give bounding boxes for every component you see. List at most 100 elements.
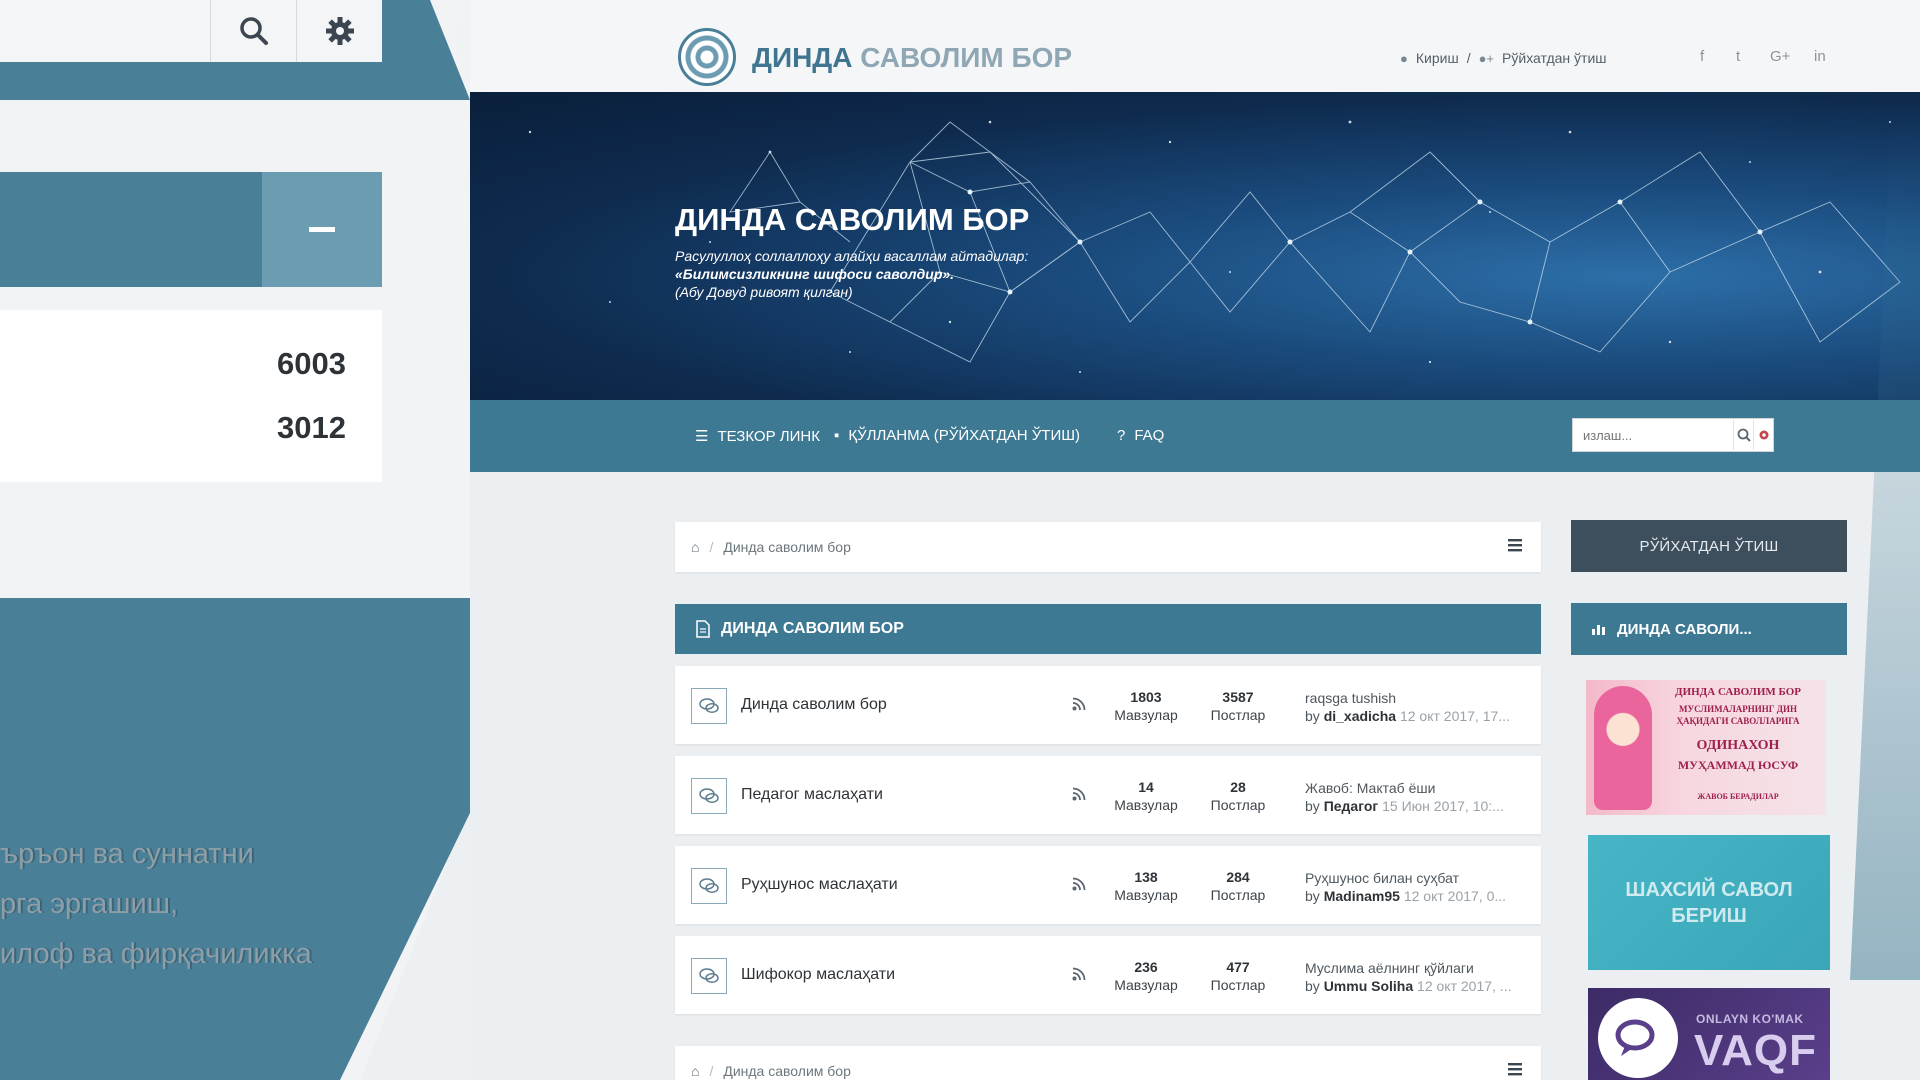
search-icon	[1737, 428, 1751, 442]
topics-label: Мавзулар	[1114, 797, 1178, 813]
menu-icon: ☰	[695, 428, 709, 445]
ad-text: МУҲАММАД ЮСУФ	[1677, 758, 1799, 772]
sidebar-section-title: ДИНДА САВОЛИ...	[1617, 620, 1752, 638]
twitter-icon[interactable]: t	[1736, 48, 1740, 65]
ad-text: ҲАҚИДАГИ САВОЛЛАРИГА	[1676, 716, 1800, 726]
vaqf-banner[interactable]: ONLAYN KO'MAK VAQF	[1588, 988, 1830, 1080]
forum-title-link[interactable]: Динда саволим бор	[741, 696, 887, 714]
forum-row: Руҳшунос маслаҳати 138 Мавзулар 284 Постла…	[675, 846, 1541, 924]
menu-icon[interactable]	[1507, 537, 1523, 553]
stat-value: 3012	[277, 410, 346, 445]
site-header: ДИНДА САВОЛИМ БОР ● Кириш / ●+ Рўйхатдан…	[470, 0, 1920, 92]
breadcrumb-current[interactable]: Динда саволим бор	[723, 539, 851, 555]
posts-label: Постлар	[1210, 887, 1266, 903]
forum-title-link[interactable]: Шифокор маслаҳати	[741, 966, 895, 984]
last-post-date: 12 окт 2017, 17...	[1399, 708, 1510, 724]
breadcrumb-current[interactable]: Динда саволим бор	[723, 1063, 851, 1079]
left-overlay-text: илоф ва фирқачиликка	[0, 938, 312, 970]
rss-icon[interactable]	[1072, 787, 1086, 801]
logo-part-2: САВОЛИМ БОР	[860, 42, 1073, 73]
topics-label: Мавзулар	[1114, 707, 1178, 723]
ad-text: ONLAYN KO'MAK	[1696, 1012, 1804, 1026]
constellation-graphic	[528, 120, 1901, 373]
last-post-title[interactable]: Жавоб: Мактаб ёши	[1305, 779, 1504, 797]
posts-value: 3587	[1222, 689, 1254, 705]
document-icon	[696, 620, 710, 638]
nav-faq-label: FAQ	[1134, 427, 1165, 444]
question-icon: ?	[1117, 427, 1126, 444]
ad-text: БЕРИШ	[1671, 904, 1747, 927]
home-icon[interactable]: ⌂	[691, 1063, 699, 1079]
gear-icon[interactable]	[296, 0, 382, 62]
ask-question-banner[interactable]: ШАХСИЙ САВОЛ БЕРИШ	[1588, 835, 1830, 970]
search-submit-button[interactable]	[1733, 420, 1753, 450]
posts-label: Постлар	[1210, 797, 1266, 813]
register-link[interactable]: Рўйхатдан ўтиш	[1502, 50, 1606, 66]
rss-icon[interactable]	[1072, 697, 1086, 711]
forum-website: ДИНДА САВОЛИМ БОР ● Кириш / ●+ Рўйхатдан…	[470, 0, 1920, 1080]
facebook-icon[interactable]: f	[1700, 48, 1704, 65]
posts-count: 28 Постлар	[1193, 778, 1283, 814]
home-icon[interactable]: ⌂	[691, 539, 699, 555]
logo-part-1: ДИНДА	[752, 42, 853, 73]
sidebar-section-header: ДИНДА САВОЛИ...	[1571, 603, 1847, 655]
search-icon[interactable]	[210, 0, 296, 62]
ad-text: ОДИНАХОН	[1696, 738, 1780, 753]
minus-icon	[309, 227, 335, 232]
forum-section-header: ДИНДА САВОЛИМ БОР	[675, 604, 1541, 654]
last-post-user[interactable]: Педагог	[1324, 798, 1379, 814]
nav-faq[interactable]: ? FAQ	[1117, 427, 1164, 444]
topics-label: Мавзулар	[1114, 887, 1178, 903]
last-post-user[interactable]: di_xadicha	[1324, 708, 1396, 724]
ad-text: ДИНДА САВОЛИМ БОР	[1675, 686, 1801, 698]
hero-quote-line: «Билимсизликнинг шифоси саволдир».	[675, 266, 955, 282]
last-post-user[interactable]: Ummu Soliha	[1324, 978, 1413, 994]
login-link[interactable]: Кириш	[1416, 50, 1459, 66]
left-overlay-text: рга эргашиш,	[0, 888, 179, 920]
bar-chart-icon	[1592, 625, 1605, 635]
google-plus-icon[interactable]: G+	[1770, 48, 1790, 65]
main-navbar: ☰ ТЕЗКОР ЛИНК ▪ ҚЎЛЛАНМА (РЎЙХАТДАН ЎТИШ…	[470, 400, 1920, 472]
posts-count: 284 Постлар	[1193, 868, 1283, 904]
search-input[interactable]	[1573, 420, 1733, 450]
site-logo[interactable]: ДИНДА САВОЛИМ БОР	[752, 42, 1072, 74]
linkedin-icon[interactable]: in	[1814, 48, 1826, 65]
forum-row: Педагог маслаҳати 14 Мавзулар 28 Постлар Ж…	[675, 756, 1541, 834]
hero-title: ДИНДА САВОЛИМ БОР	[675, 202, 1030, 237]
last-post-title[interactable]: Муслима аёлнинг қўйлаги	[1305, 959, 1511, 977]
hero-quote-line: Расулуллоҳ соллаллоҳу алайҳи васаллам ай…	[675, 248, 1029, 264]
forum-title-link[interactable]: Руҳшунос маслаҳати	[741, 876, 898, 894]
last-post-title[interactable]: raqsga tushish	[1305, 689, 1510, 707]
ad-text: ЖАВОБ БЕРАДИЛАР	[1697, 792, 1779, 801]
topics-count: 138 Мавзулар	[1101, 868, 1191, 904]
hero-banner: ДИНДА САВОЛИМ БОР Расулуллоҳ соллаллоҳу …	[470, 92, 1920, 400]
last-post-title[interactable]: Руҳшунос билан суҳбат	[1305, 869, 1506, 887]
hero-quote-line: (Абу Довуд ривоят қилган)	[675, 284, 853, 300]
forum-chat-icon	[691, 868, 727, 904]
posts-label: Постлар	[1210, 977, 1266, 993]
left-overlay-text: ъръон ва суннатни	[0, 838, 254, 870]
breadcrumb: ⌂ / Динда саволим бор	[675, 522, 1541, 572]
last-post-date: 15 Июн 2017, 10:...	[1382, 798, 1504, 814]
menu-icon[interactable]	[1507, 1061, 1523, 1077]
gear-icon	[1759, 430, 1768, 440]
advanced-search-button[interactable]	[1753, 420, 1773, 450]
logo-icon[interactable]	[678, 28, 736, 86]
topics-label: Мавзулар	[1114, 977, 1178, 993]
last-post: Муслима аёлнинг қўйлаги by Ummu Soliha 1…	[1305, 959, 1511, 995]
register-button[interactable]: РЎЙХАТДАН ЎТИШ	[1571, 520, 1847, 572]
forum-chat-icon	[691, 778, 727, 814]
rss-icon[interactable]	[1072, 967, 1086, 981]
nav-guide[interactable]: ▪ ҚЎЛЛАНМА (РЎЙХАТДАН ЎТИШ)	[834, 427, 1080, 444]
link-separator: /	[1466, 50, 1471, 66]
rss-icon[interactable]	[1072, 877, 1086, 891]
forum-title-link[interactable]: Педагог маслаҳати	[741, 786, 883, 804]
last-post: raqsga tushish by di_xadicha 12 окт 2017…	[1305, 689, 1510, 725]
nav-guide-label: ҚЎЛЛАНМА (РЎЙХАТДАН ЎТИШ)	[848, 427, 1080, 444]
nav-quick-links[interactable]: ☰ ТЕЗКОР ЛИНК	[695, 427, 820, 446]
topics-count: 14 Мавзулар	[1101, 778, 1191, 814]
last-post-user[interactable]: Madinam95	[1324, 888, 1400, 904]
forum-section-title[interactable]: ДИНДА САВОЛИМ БОР	[721, 620, 904, 638]
ad-banner-odinaxon[interactable]: ДИНДА САВОЛИМ БОР МУСЛИМАЛАРНИНГ ДИН ҲАҚ…	[1586, 680, 1826, 815]
collapse-button[interactable]	[262, 172, 382, 287]
